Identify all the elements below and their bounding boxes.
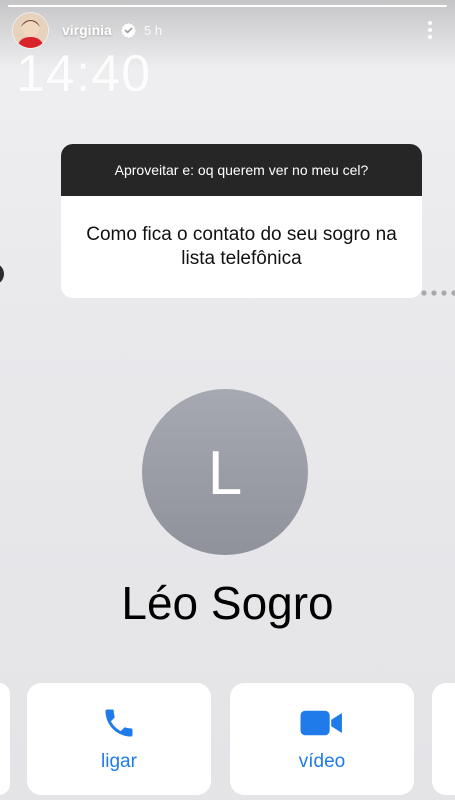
- story-progress-fill: [8, 5, 447, 7]
- video-camera-icon: [300, 710, 342, 736]
- time-ago: 5 h: [144, 23, 163, 38]
- question-sticker[interactable]: Aproveitar e: oq querem ver no meu cel? …: [61, 144, 422, 298]
- call-button[interactable]: ligar: [27, 683, 211, 795]
- ellipsis-icon: [421, 290, 455, 296]
- avatar[interactable]: [13, 13, 48, 48]
- video-call-button[interactable]: vídeo: [230, 683, 414, 795]
- call-label: ligar: [101, 751, 137, 772]
- question-answer: Como fica o contato do seu sogro na list…: [86, 224, 397, 269]
- question-prompt: Aproveitar e: oq querem ver no meu cel?: [61, 144, 422, 196]
- partial-action-button-right[interactable]: [432, 683, 455, 795]
- contact-avatar: L: [142, 389, 308, 555]
- story-progress-bar: [8, 5, 447, 7]
- partial-action-button-left[interactable]: [0, 683, 10, 795]
- video-label: vídeo: [298, 751, 346, 772]
- more-options-icon[interactable]: [424, 19, 436, 41]
- username[interactable]: virginia: [62, 22, 112, 38]
- contact-name: Léo Sogro: [121, 577, 334, 629]
- avatar-photo: [13, 13, 48, 48]
- contact-initial: L: [207, 439, 243, 508]
- clock-time: 14:40: [16, 45, 152, 103]
- verified-badge-icon: [121, 23, 136, 38]
- phone-icon: [105, 709, 133, 737]
